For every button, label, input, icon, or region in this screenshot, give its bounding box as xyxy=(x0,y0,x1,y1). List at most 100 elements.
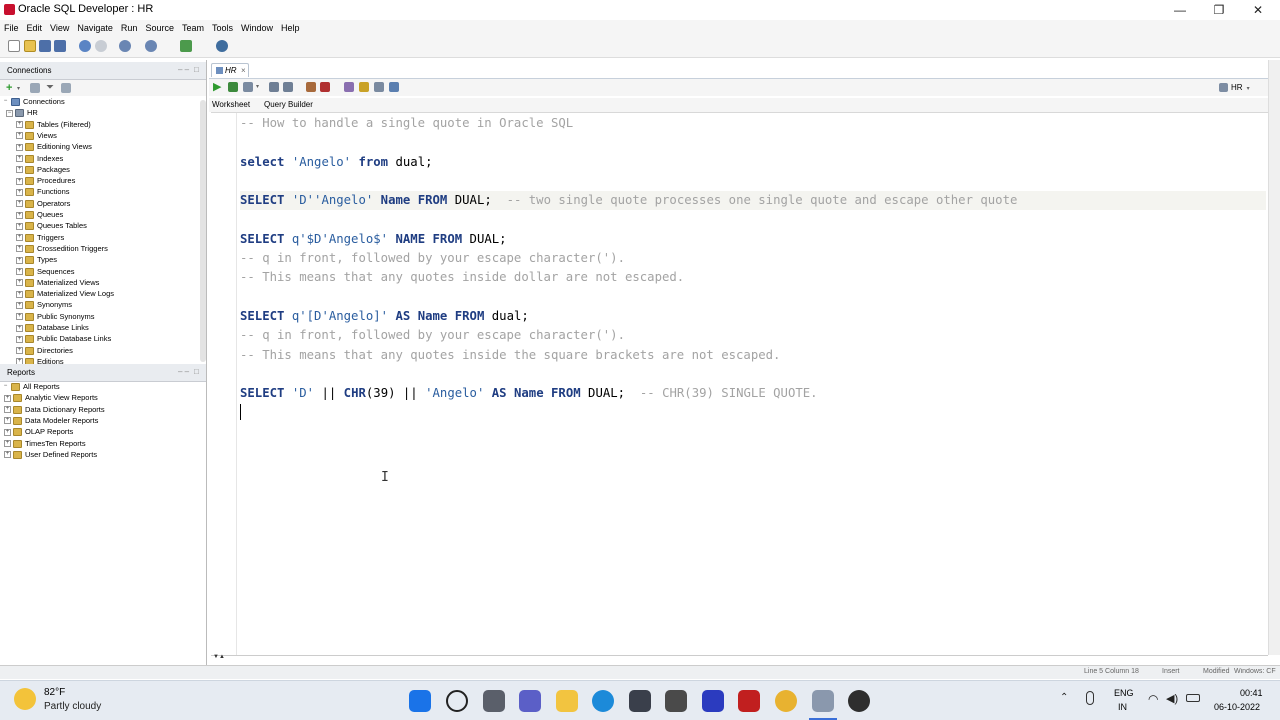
menu-team[interactable]: Team xyxy=(182,20,204,36)
code-line[interactable] xyxy=(240,172,1266,191)
code-line[interactable] xyxy=(240,133,1266,152)
commit-icon[interactable] xyxy=(269,82,279,92)
lang-secondary[interactable]: IN xyxy=(1118,702,1127,712)
code-line[interactable]: select 'Angelo' from dual; xyxy=(240,153,1266,172)
volume-icon[interactable]: ◀) xyxy=(1166,692,1178,705)
tree-item-editioning-views[interactable]: + Editioning Views xyxy=(16,141,216,152)
connection-icon[interactable] xyxy=(216,40,228,52)
code-line[interactable]: -- How to handle a single quote in Oracl… xyxy=(240,114,1266,133)
minimize-pane-icon[interactable]: – – xyxy=(178,65,189,74)
menu-window[interactable]: Window xyxy=(241,20,273,36)
powerapps-icon[interactable] xyxy=(702,690,724,712)
maximize-reports-icon[interactable]: □ xyxy=(194,367,199,376)
tree-item-operators[interactable]: + Operators xyxy=(16,198,216,209)
expand-icon[interactable]: + xyxy=(16,313,23,321)
menu-help[interactable]: Help xyxy=(281,20,300,36)
add-connection-icon[interactable]: + xyxy=(6,83,12,94)
tree-item-functions[interactable]: + Functions xyxy=(16,186,216,197)
tree-item-public-synonyms[interactable]: + Public Synonyms xyxy=(16,311,216,322)
tree-item-data-modeler-reports[interactable]: + Data Modeler Reports xyxy=(4,415,204,426)
connections-scrollbar[interactable] xyxy=(200,100,206,362)
expand-icon[interactable]: + xyxy=(16,245,23,253)
menu-navigate[interactable]: Navigate xyxy=(77,20,113,36)
wifi-icon[interactable]: ◠ xyxy=(1148,692,1158,706)
code-line[interactable]: SELECT 'D''Angelo' Name FROM DUAL; -- tw… xyxy=(240,191,1266,211)
minimize-button[interactable]: — xyxy=(1160,0,1200,20)
expand-icon[interactable]: + xyxy=(4,451,11,459)
expand-icon[interactable]: + xyxy=(16,290,23,298)
clock-date[interactable]: 06-10-2022 xyxy=(1214,702,1260,712)
tree-item-timesten-reports[interactable]: + TimesTen Reports xyxy=(4,438,204,449)
menu-run[interactable]: Run xyxy=(121,20,138,36)
code-line[interactable]: -- q in front, followed by your escape c… xyxy=(240,326,1266,345)
code-line[interactable] xyxy=(240,211,1266,230)
connection-selector[interactable]: HR ▾ xyxy=(1219,81,1269,94)
expand-icon[interactable]: + xyxy=(16,200,23,208)
chevron-up-icon[interactable]: ⌃ xyxy=(1060,692,1068,703)
sql-tuning-icon[interactable] xyxy=(320,82,330,92)
tree-item-database-links[interactable]: + Database Links xyxy=(16,322,216,333)
start-icon[interactable] xyxy=(409,690,431,712)
teams-chat-icon[interactable] xyxy=(519,690,541,712)
schema-browser-icon[interactable] xyxy=(61,83,71,93)
minimize-reports-icon[interactable]: – – xyxy=(178,367,189,376)
battery-icon[interactable] xyxy=(1186,694,1200,702)
tree-item-materialized-views[interactable]: + Materialized Views xyxy=(16,277,216,288)
editor-scrollbar[interactable] xyxy=(1268,60,1280,655)
tree-item-directories[interactable]: + Directories xyxy=(16,345,216,356)
tree-item-types[interactable]: + Types xyxy=(16,254,216,265)
sql-history-icon[interactable] xyxy=(374,82,384,92)
tree-item-public-database-links[interactable]: + Public Database Links xyxy=(16,333,216,344)
expand-icon[interactable]: + xyxy=(16,211,23,219)
weather-desc[interactable]: Partly cloudy xyxy=(44,701,101,712)
code-editor[interactable]: -- How to handle a single quote in Oracl… xyxy=(240,114,1268,654)
expand-icon[interactable]: + xyxy=(4,428,11,436)
restore-button[interactable]: ❐ xyxy=(1199,0,1239,20)
dropdown-icon[interactable]: ▾ xyxy=(256,83,259,90)
expand-icon[interactable]: + xyxy=(4,440,11,448)
code-line[interactable]: SELECT q'[D'Angelo]' AS Name FROM dual; xyxy=(240,307,1266,326)
clock-time[interactable]: 00:41 xyxy=(1240,688,1263,698)
menu-view[interactable]: View xyxy=(50,20,69,36)
refresh-icon[interactable] xyxy=(30,83,40,93)
tree-item-crossedition-triggers[interactable]: + Crossedition Triggers xyxy=(16,243,216,254)
tree-item-packages[interactable]: + Packages xyxy=(16,164,216,175)
tree-item-queues[interactable]: + Queues xyxy=(16,209,216,220)
chrome-icon[interactable] xyxy=(775,690,797,712)
menu-source[interactable]: Source xyxy=(145,20,174,36)
code-line[interactable]: SELECT q'$D'Angelo$' NAME FROM DUAL; xyxy=(240,230,1266,249)
autotrace-icon[interactable] xyxy=(243,82,253,92)
tree-item-triggers[interactable]: + Triggers xyxy=(16,232,216,243)
expand-icon[interactable]: + xyxy=(4,417,11,425)
run-statement-icon[interactable]: ▶ xyxy=(213,81,221,93)
expand-icon[interactable]: + xyxy=(16,166,23,174)
tree-item-procedures[interactable]: + Procedures xyxy=(16,175,216,186)
tree-item-views[interactable]: + Views xyxy=(16,130,216,141)
expand-icon[interactable]: + xyxy=(16,324,23,332)
search-icon[interactable] xyxy=(446,690,468,712)
expand-icon[interactable]: + xyxy=(16,279,23,287)
unshared-sql-icon[interactable] xyxy=(344,82,354,92)
expand-icon[interactable]: + xyxy=(16,177,23,185)
close-button[interactable]: ✕ xyxy=(1238,0,1278,20)
menu-file[interactable]: File xyxy=(4,20,19,36)
clear-icon[interactable] xyxy=(359,82,369,92)
maximize-pane-icon[interactable]: □ xyxy=(194,65,199,74)
expand-icon[interactable]: + xyxy=(16,121,23,129)
expand-icon[interactable]: + xyxy=(16,234,23,242)
partly-cloudy-icon[interactable] xyxy=(14,688,36,710)
tree-root-connections[interactable]: − Connections xyxy=(2,96,202,107)
run-job-icon[interactable] xyxy=(180,40,192,52)
tree-item-sequences[interactable]: + Sequences xyxy=(16,266,216,277)
redo-icon[interactable] xyxy=(95,40,107,52)
add-dropdown-icon[interactable]: ▾ xyxy=(17,85,20,92)
tree-item-tables-filtered-[interactable]: + Tables (Filtered) xyxy=(16,119,216,130)
menu-edit[interactable]: Edit xyxy=(27,20,43,36)
expand-icon[interactable]: + xyxy=(16,256,23,264)
expand-icon[interactable]: + xyxy=(16,268,23,276)
edge-icon[interactable] xyxy=(592,690,614,712)
tab-hr-worksheet[interactable]: HR × xyxy=(211,63,249,77)
code-line[interactable] xyxy=(240,288,1266,307)
expand-icon[interactable]: + xyxy=(16,188,23,196)
tree-item-queues-tables[interactable]: + Queues Tables xyxy=(16,220,216,231)
